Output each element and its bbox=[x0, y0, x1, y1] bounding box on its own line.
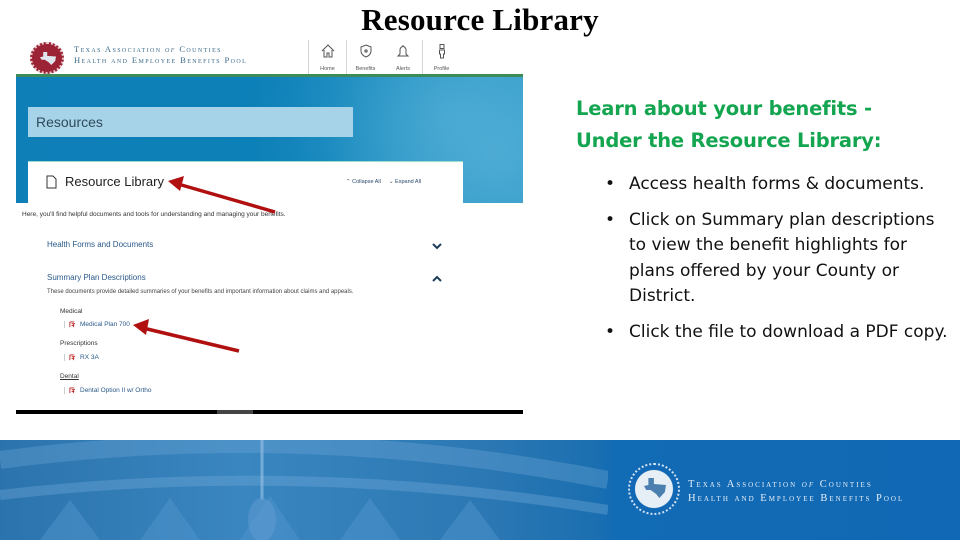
resources-heading-box: Resources bbox=[28, 107, 353, 137]
scrollbar-thumb[interactable] bbox=[217, 410, 253, 414]
nav-home[interactable]: Home bbox=[308, 40, 346, 75]
home-icon bbox=[321, 44, 335, 58]
person-icon bbox=[439, 44, 445, 59]
org-name: Texas Association of Counties Health and… bbox=[74, 44, 248, 65]
site-header: Texas Association of Counties Health and… bbox=[16, 40, 523, 75]
accordion-description: These documents provide detailed summari… bbox=[47, 289, 354, 295]
nav-profile[interactable]: Profile bbox=[422, 40, 460, 75]
library-content: Here, you'll find helpful documents and … bbox=[16, 203, 523, 417]
document-icon bbox=[46, 175, 57, 188]
accordion-summary-plan[interactable]: Summary Plan Descriptions bbox=[47, 273, 146, 282]
capitol-dome-photo bbox=[0, 440, 608, 540]
pdf-icon bbox=[69, 321, 76, 328]
category-medical: Medical bbox=[60, 308, 83, 315]
top-nav: Home Benefits Alerts Profile bbox=[308, 40, 460, 75]
file-link-prescriptions[interactable]: RX 3A bbox=[64, 354, 99, 361]
slide-title: Resource Library bbox=[361, 2, 599, 37]
chevron-down-icon[interactable] bbox=[432, 242, 442, 250]
category-dental: Dental bbox=[60, 373, 79, 380]
panel-heading: Learn about your benefits - Under the Re… bbox=[576, 97, 882, 152]
website-screenshot: Texas Association of Counties Health and… bbox=[16, 40, 523, 417]
card-title: Resource Library bbox=[65, 174, 164, 189]
chevron-up-icon[interactable] bbox=[432, 275, 442, 283]
footer-org-name: Texas Association of Counties Health and… bbox=[688, 479, 905, 504]
instruction-item: Access health forms & documents. bbox=[605, 172, 950, 198]
org-seal-logo bbox=[30, 42, 64, 74]
bell-icon bbox=[396, 45, 410, 57]
category-prescriptions: Prescriptions bbox=[60, 340, 98, 347]
instruction-item: Click the file to download a PDF copy. bbox=[605, 320, 950, 346]
collapse-all-button[interactable]: ⌃ Collapse All bbox=[346, 179, 381, 185]
resources-banner: Resources Resource Library ⌃ Collapse Al… bbox=[16, 77, 523, 240]
expand-all-button[interactable]: ⌄ Expand All bbox=[389, 179, 421, 185]
nav-benefits[interactable]: Benefits bbox=[346, 40, 384, 75]
nav-alerts[interactable]: Alerts bbox=[384, 40, 422, 75]
footer-banner: Texas Association of Counties Health and… bbox=[0, 440, 960, 540]
horizontal-scrollbar[interactable] bbox=[16, 410, 523, 414]
resources-heading: Resources bbox=[36, 114, 103, 130]
instruction-item: Click on Summary plan descriptions to vi… bbox=[605, 208, 950, 310]
shield-icon bbox=[360, 44, 372, 58]
footer-seal-logo bbox=[628, 463, 680, 515]
intro-text: Here, you'll find helpful documents and … bbox=[22, 211, 286, 218]
pdf-icon bbox=[69, 354, 76, 361]
file-link-dental[interactable]: Dental Option II w/ Ortho bbox=[64, 387, 152, 394]
accordion-health-forms[interactable]: Health Forms and Documents bbox=[47, 240, 153, 249]
instruction-list: Access health forms & documents. Click o… bbox=[605, 172, 950, 355]
pdf-icon bbox=[69, 387, 76, 394]
file-link-medical[interactable]: Medical Plan 700 bbox=[64, 321, 130, 328]
